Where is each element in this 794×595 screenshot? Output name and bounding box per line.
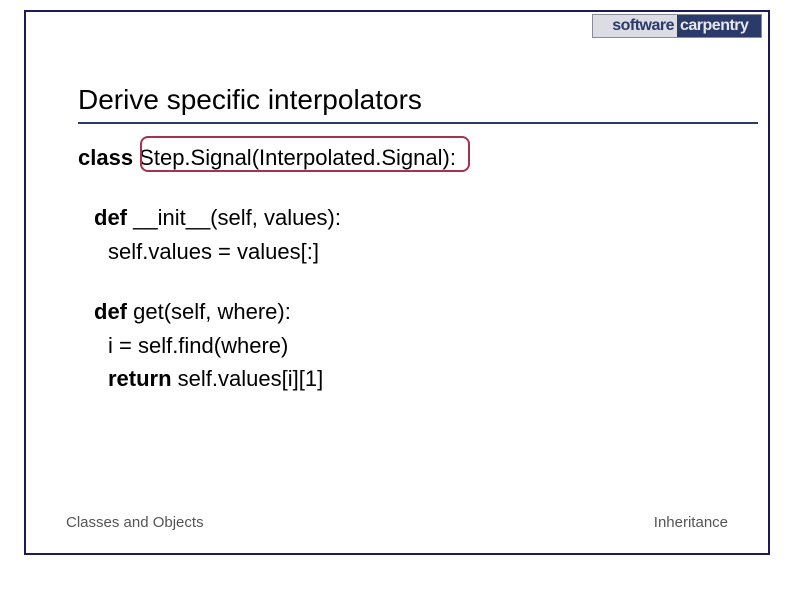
keyword-def: def [94, 205, 127, 230]
code-block: class Step.Signal(Interpolated.Signal): … [78, 142, 716, 395]
init-signature: __init__(self, values): [127, 205, 341, 230]
footer-left: Classes and Objects [66, 514, 204, 531]
software-carpentry-logo: software carpentry [592, 14, 762, 38]
class-signature: Step.Signal(Interpolated.Signal): [133, 145, 456, 170]
title-underline [78, 122, 758, 124]
get-body-1: i = self.find(where) [108, 330, 716, 362]
logo-left-text: software [612, 17, 674, 35]
class-declaration: class Step.Signal(Interpolated.Signal): [78, 142, 456, 174]
slide-title: Derive specific interpolators [78, 84, 716, 116]
keyword-return: return [108, 366, 172, 391]
slide-frame: Derive specific interpolators class Step… [24, 10, 770, 555]
footer-right: Inheritance [654, 514, 728, 531]
get-signature: get(self, where): [127, 299, 291, 324]
logo-right: carpentry [677, 15, 761, 37]
logo-left: software [593, 15, 677, 37]
init-method: def __init__(self, values): self.values … [94, 202, 716, 268]
keyword-class: class [78, 145, 133, 170]
slide-content: Derive specific interpolators class Step… [78, 84, 716, 423]
get-method: def get(self, where): i = self.find(wher… [94, 296, 716, 396]
get-body-2: self.values[i][1] [172, 366, 324, 391]
init-body: self.values = values[:] [108, 236, 716, 268]
keyword-def: def [94, 299, 127, 324]
logo-right-text: carpentry [680, 17, 748, 35]
